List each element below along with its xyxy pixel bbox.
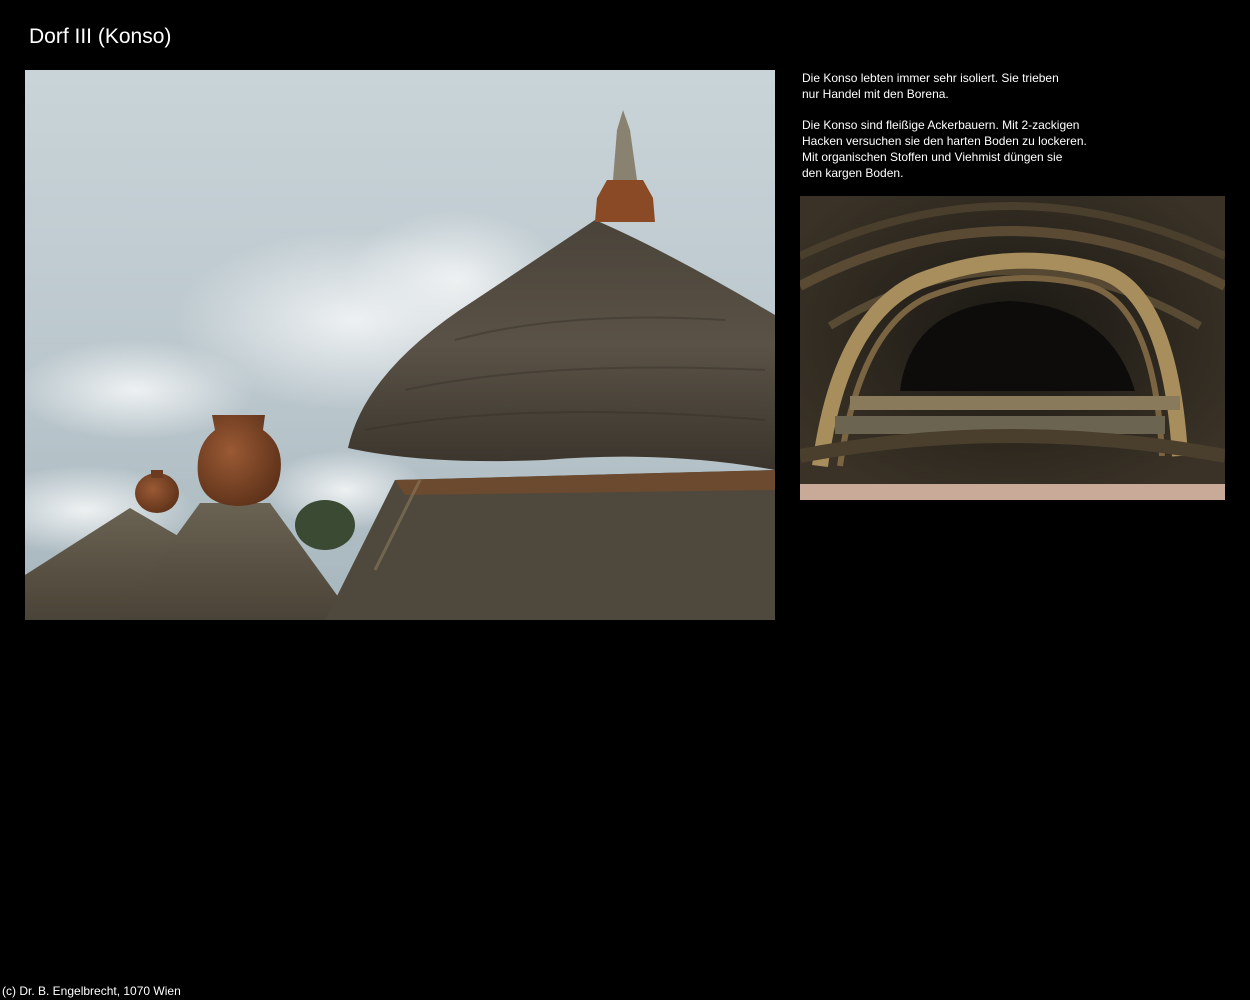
text-line: Mit organischen Stoffen und Viehmist dün… <box>802 150 1063 164</box>
page-title: Dorf III (Konso) <box>29 25 172 48</box>
description-paragraph-1: Die Konso lebten immer sehr isoliert. Si… <box>802 70 1112 102</box>
text-line: Die Konso lebten immer sehr isoliert. Si… <box>802 71 1059 85</box>
main-photo <box>25 70 775 620</box>
text-line: den kargen Boden. <box>802 166 904 180</box>
text-line: nur Handel mit den Borena. <box>802 87 949 101</box>
text-line: Hacken versuchen sie den harten Boden zu… <box>802 134 1087 148</box>
description-paragraph-2: Die Konso sind fleißige Ackerbauern. Mit… <box>802 117 1112 181</box>
text-line: Die Konso sind fleißige Ackerbauern. Mit… <box>802 118 1080 132</box>
description-text: Die Konso lebten immer sehr isoliert. Si… <box>802 70 1112 181</box>
copyright-footer: (c) Dr. B. Engelbrecht, 1070 Wien <box>2 984 181 998</box>
page: Dorf III (Konso) Die Konso lebten immer … <box>0 0 1250 1000</box>
side-photo <box>800 196 1225 500</box>
